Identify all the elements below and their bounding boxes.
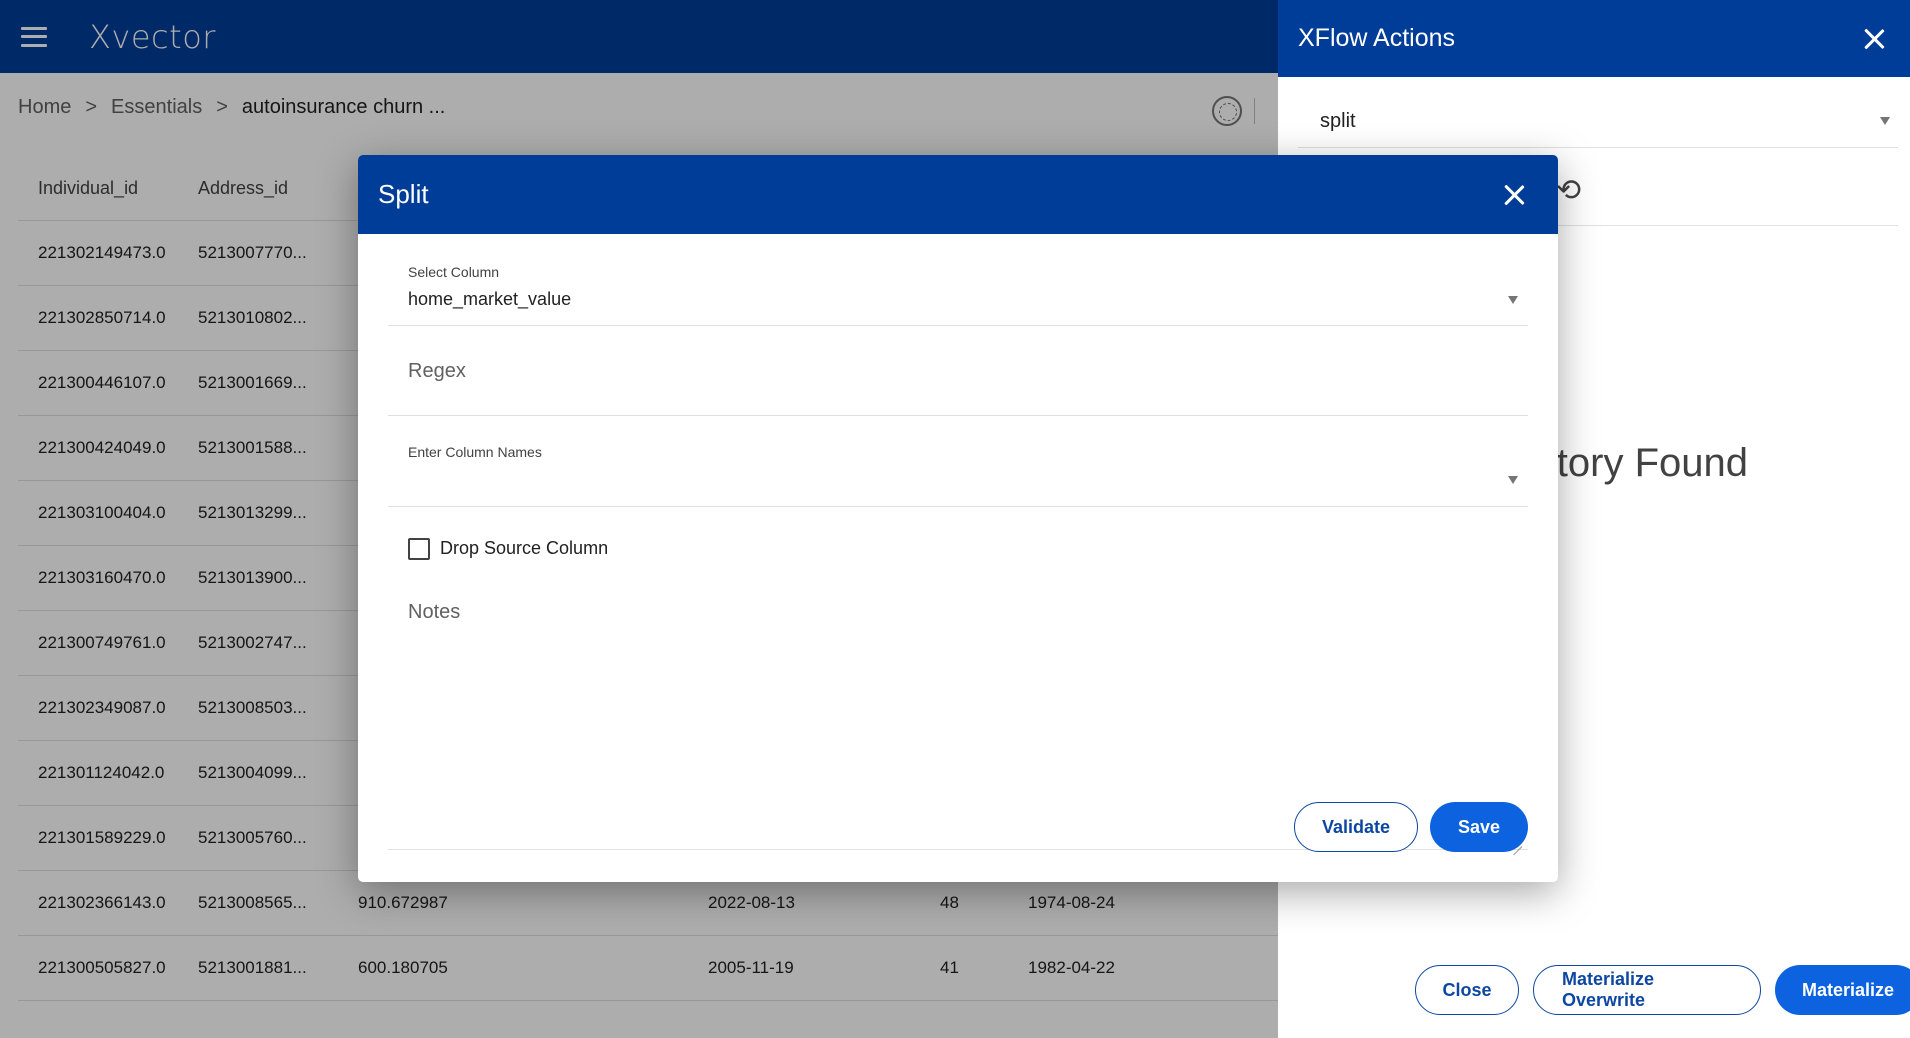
action-select[interactable]: split bbox=[1298, 98, 1898, 148]
select-column-label: Select Column bbox=[408, 264, 500, 280]
regex-placeholder: Regex bbox=[408, 360, 466, 382]
notes-placeholder: Notes bbox=[408, 601, 461, 623]
select-column-field[interactable]: Select Column home_market_value bbox=[388, 264, 1528, 326]
column-names-label: Enter Column Names bbox=[408, 444, 542, 460]
dialog-header: Split bbox=[358, 155, 1558, 234]
split-dialog: Split Select Column home_market_value Re… bbox=[358, 155, 1558, 882]
regex-input[interactable]: Regex bbox=[388, 326, 1528, 416]
drop-source-label[interactable]: Drop Source Column bbox=[440, 538, 608, 559]
select-column-value: home_market_value bbox=[408, 289, 572, 309]
chevron-down-icon bbox=[1508, 296, 1518, 304]
chevron-down-icon bbox=[1880, 117, 1890, 125]
materialize-button[interactable]: Materialize bbox=[1775, 965, 1910, 1015]
refresh-icon[interactable]: ⟲ bbox=[1556, 176, 1581, 206]
save-button[interactable]: Save bbox=[1430, 802, 1528, 852]
close-icon[interactable] bbox=[1860, 25, 1888, 53]
drawer-actions: Close Materialize Overwrite Materialize bbox=[1415, 965, 1910, 1015]
drop-source-checkbox[interactable] bbox=[408, 538, 430, 560]
close-icon[interactable] bbox=[1500, 181, 1528, 209]
materialize-overwrite-button[interactable]: Materialize Overwrite bbox=[1533, 965, 1761, 1015]
drawer-title: XFlow Actions bbox=[1298, 24, 1456, 52]
action-select-value: split bbox=[1320, 110, 1356, 132]
validate-button[interactable]: Validate bbox=[1294, 802, 1418, 852]
chevron-down-icon bbox=[1508, 476, 1518, 484]
dialog-actions: Validate Save bbox=[1294, 802, 1528, 852]
close-button[interactable]: Close bbox=[1415, 965, 1519, 1015]
column-names-field[interactable]: Enter Column Names bbox=[388, 416, 1528, 507]
drawer-header: XFlow Actions bbox=[1278, 0, 1910, 77]
dialog-title: Split bbox=[378, 179, 429, 209]
